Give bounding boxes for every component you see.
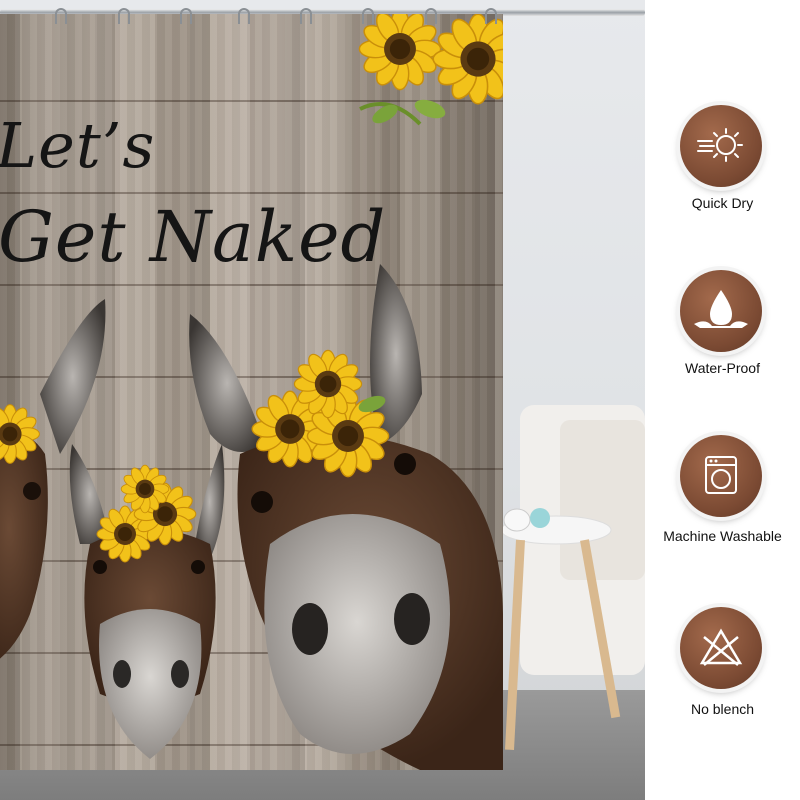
washing-machine-icon xyxy=(680,435,762,517)
no-bleach-icon xyxy=(680,607,762,689)
curtain-hook xyxy=(180,8,192,24)
curtain-hook xyxy=(362,8,374,24)
shower-curtain: Let’s Get Naked xyxy=(0,14,503,770)
donkey-right xyxy=(189,264,503,770)
sunflower-cluster-top xyxy=(358,14,503,126)
donkey-middle xyxy=(69,444,225,759)
curtain-hook xyxy=(55,8,67,24)
water-drop-icon xyxy=(680,270,762,352)
donkey-artwork xyxy=(0,14,503,770)
curtain-hook xyxy=(425,8,437,24)
cup xyxy=(503,508,531,532)
cup xyxy=(530,508,550,528)
feature-label-no-bleach: No blench xyxy=(690,701,755,717)
feature-label-machine-washable: Machine Washable xyxy=(663,528,782,544)
product-image: Let’s Get Naked Quick Dry Water-Proof Ma… xyxy=(0,0,800,800)
curtain-hook xyxy=(238,8,250,24)
curtain-hook xyxy=(485,8,497,24)
curtain-hook xyxy=(118,8,130,24)
curtain-hook xyxy=(300,8,312,24)
feature-label-water-proof: Water-Proof xyxy=(685,360,760,376)
sun-dry-icon xyxy=(680,105,762,187)
feature-label-quick-dry: Quick Dry xyxy=(691,195,754,211)
